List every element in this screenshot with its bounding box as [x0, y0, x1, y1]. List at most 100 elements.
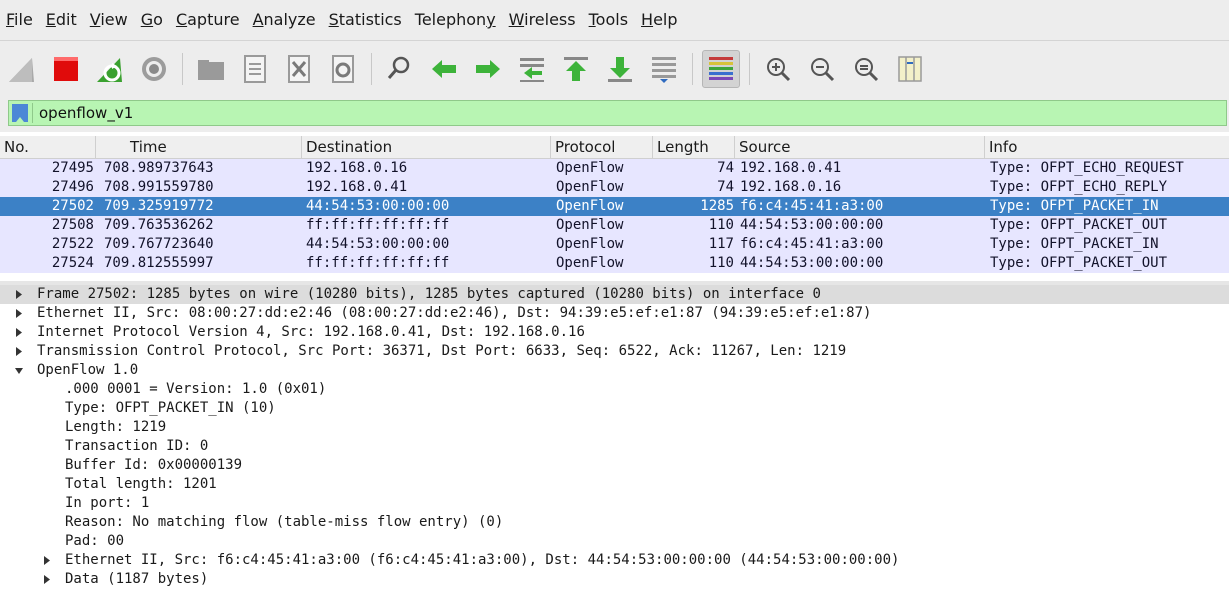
packet-cell-len: 74	[717, 179, 734, 195]
go-forward-button[interactable]	[469, 50, 507, 88]
menu-item-text: dit	[55, 10, 77, 29]
collapsed-arrow-icon[interactable]	[14, 285, 24, 304]
column-header-time[interactable]: Time	[96, 136, 302, 158]
first-packet-button[interactable]	[557, 50, 595, 88]
toolbar-separator	[182, 53, 183, 85]
packet-row[interactable]: 27508 709.763536262 ff:ff:ff:ff:ff:ff OpenF…	[0, 216, 1229, 235]
packet-cell-len: 1285	[700, 198, 734, 214]
menu-item-text: iew	[100, 10, 128, 29]
options-gear-icon	[142, 57, 166, 81]
menu-item[interactable]: Go	[135, 0, 170, 40]
packet-cell-time: 709.812555997	[104, 255, 214, 271]
packet-cell-dst: 44:54:53:00:00:00	[306, 236, 450, 252]
menu-item[interactable]: Help	[635, 0, 684, 40]
find-icon	[387, 56, 410, 79]
menu-item-mnemonic: V	[89, 10, 101, 29]
reload-file-button[interactable]	[324, 50, 362, 88]
packet-list-header: No. Time Destination Protocol Length Sou…	[0, 136, 1229, 159]
colorize-icon	[709, 57, 733, 80]
normal-size-button[interactable]	[847, 50, 885, 88]
detail-text: Frame 27502: 1285 bytes on wire (10280 b…	[37, 286, 821, 302]
column-header-destination[interactable]: Destination	[302, 136, 551, 158]
zoom-out-button[interactable]	[803, 50, 841, 88]
detail-text: Total length: 1201	[65, 476, 217, 492]
menu-item[interactable]: Statistics	[323, 0, 409, 40]
column-header-no[interactable]: No.	[0, 136, 96, 158]
menu-item-text: apture	[187, 10, 240, 29]
bookmark-icon[interactable]	[12, 104, 28, 122]
column-header-source[interactable]: Source	[735, 136, 985, 158]
menu-item-text: tatistics	[338, 10, 402, 29]
open-file-button[interactable]	[192, 50, 230, 88]
open-folder-icon	[198, 60, 224, 80]
go-back-button[interactable]	[425, 50, 463, 88]
menu-item[interactable]: Tools	[583, 0, 635, 40]
detail-text: In port: 1	[65, 495, 150, 511]
menu-item-text: ools	[595, 10, 629, 29]
start-capture-button[interactable]	[3, 50, 41, 88]
packet-cell-proto: OpenFlow	[556, 179, 624, 195]
packet-cell-no: 27496	[51, 179, 94, 195]
menu-item-mnemonic: y	[486, 10, 496, 29]
packet-cell-time: 709.767723640	[104, 236, 214, 252]
packet-cell-time: 709.763536262	[104, 217, 214, 233]
packet-row[interactable]: 27496 708.991559780 192.168.0.41 OpenFlow 74…	[0, 178, 1229, 197]
detail-text: Transmission Control Protocol, Src Port:…	[37, 343, 847, 359]
collapsed-arrow-icon[interactable]	[14, 323, 24, 342]
packet-cell-time: 708.991559780	[104, 179, 214, 195]
packet-cell-info: Type: OFPT_ECHO_REPLY	[990, 179, 1168, 195]
packet-row[interactable]: 27495 708.989737643 192.168.0.16 OpenFlow 74…	[0, 159, 1229, 178]
last-packet-button[interactable]	[601, 50, 639, 88]
menu-item[interactable]: Edit	[40, 0, 84, 40]
packet-cell-time: 708.989737643	[104, 160, 214, 176]
detail-text: Reason: No matching flow (table-miss flo…	[65, 514, 504, 530]
menu-item-mnemonic: S	[328, 10, 339, 29]
detail-text: Pad: 00	[65, 533, 125, 549]
menu-item[interactable]: View	[84, 0, 135, 40]
save-file-button[interactable]	[236, 50, 274, 88]
stop-capture-button[interactable]	[47, 50, 85, 88]
detail-text: Transaction ID: 0	[65, 438, 209, 454]
column-header-protocol[interactable]: Protocol	[551, 136, 653, 158]
column-header-info[interactable]: Info	[985, 136, 1229, 158]
collapsed-arrow-icon[interactable]	[42, 551, 52, 570]
find-packet-button[interactable]	[381, 50, 419, 88]
colorize-button[interactable]	[702, 50, 740, 88]
zoom-in-button[interactable]	[759, 50, 797, 88]
toolbar-separator	[371, 53, 372, 85]
capture-options-button[interactable]	[135, 50, 173, 88]
collapsed-arrow-icon[interactable]	[14, 304, 24, 323]
autoscroll-button[interactable]	[645, 50, 683, 88]
restart-capture-button[interactable]	[91, 50, 129, 88]
close-file-button[interactable]	[280, 50, 318, 88]
menu-item-mnemonic: H	[641, 10, 654, 29]
column-header-length[interactable]: Length	[653, 136, 735, 158]
resize-columns-button[interactable]	[891, 50, 929, 88]
back-arrow-icon	[432, 60, 456, 78]
menu-item[interactable]: Capture	[170, 0, 247, 40]
packet-row[interactable]: 27502 709.325919772 44:54:53:00:00:00 OpenF…	[0, 197, 1229, 216]
menu-item-text: elp	[653, 10, 678, 29]
forward-arrow-icon	[476, 60, 500, 78]
expanded-arrow-icon[interactable]	[14, 361, 24, 380]
save-file-icon	[244, 55, 266, 83]
collapsed-arrow-icon[interactable]	[14, 342, 24, 361]
zoom-out-icon	[811, 58, 835, 82]
menu-item-mnemonic: T	[588, 10, 596, 29]
detail-text: Ethernet II, Src: 08:00:27:dd:e2:46 (08:…	[37, 305, 872, 321]
packet-row[interactable]: 27522 709.767723640 44:54:53:00:00:00 OpenF…	[0, 235, 1229, 254]
menu-item[interactable]: File	[0, 0, 40, 40]
menu-item[interactable]: Wireless	[503, 0, 583, 40]
detail-tree-item[interactable]: Frame 27502: 1285 bytes on wire (10280 b…	[0, 285, 1229, 304]
packet-cell-info: Type: OFPT_PACKET_IN	[990, 236, 1159, 252]
packet-cell-len: 110	[708, 217, 734, 233]
collapsed-arrow-icon[interactable]	[42, 570, 52, 589]
shark-fin-icon	[9, 58, 34, 82]
menu-item[interactable]: Analyze	[247, 0, 323, 40]
zoom-in-icon	[767, 58, 791, 82]
packet-row[interactable]: 27524 709.812555997 ff:ff:ff:ff:ff:ff OpenF…	[0, 254, 1229, 273]
display-filter-input[interactable]	[35, 101, 1226, 125]
go-to-packet-button[interactable]	[513, 50, 551, 88]
menu-item[interactable]: Telephony	[409, 0, 503, 40]
go-to-packet-icon	[520, 58, 544, 82]
